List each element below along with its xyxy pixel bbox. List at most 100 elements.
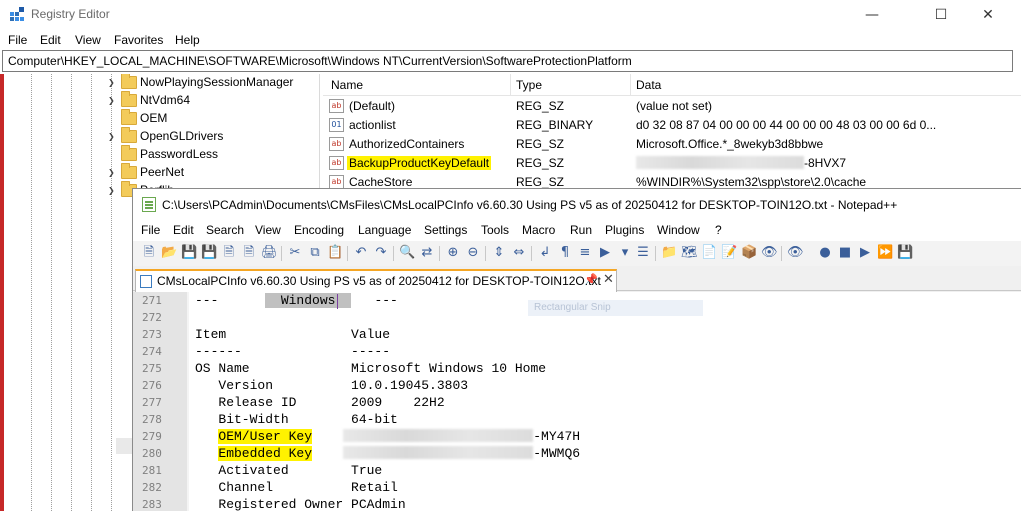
document-tab-label: CMsLocalPCInfo v6.60.30 Using PS v5 as o… — [157, 274, 601, 288]
tree-item[interactable]: ❯ NowPlayingSessionManager — [4, 74, 319, 92]
monitoring-icon[interactable]: 📝 — [721, 245, 737, 261]
save-all-icon[interactable]: 💾 — [201, 245, 217, 261]
notepad-title-bar[interactable]: C:\Users\PCAdmin\Documents\CMsFiles\CMsL… — [133, 189, 1021, 219]
value-type: REG_SZ — [516, 175, 565, 189]
registry-value-row[interactable]: ab AuthorizedContainers REG_SZ Microsoft… — [323, 135, 1021, 154]
string-value-icon: ab — [329, 99, 344, 113]
column-header-data[interactable]: Data — [636, 78, 661, 92]
toolbar-separator — [393, 246, 394, 261]
close-all-icon[interactable]: 🗎 — [241, 245, 257, 261]
close-file-icon[interactable]: 🗎 — [221, 245, 237, 261]
folder-icon — [121, 74, 137, 89]
menu-run[interactable]: Run — [570, 223, 592, 237]
toolbar-separator — [531, 246, 532, 261]
registry-address-bar[interactable]: Computer\HKEY_LOCAL_MACHINE\SOFTWARE\Mic… — [2, 50, 1013, 72]
tree-item[interactable]: OEM — [4, 109, 319, 128]
zoom-in-icon[interactable]: ⊕ — [445, 245, 461, 261]
pin-icon[interactable]: 📌 — [584, 273, 598, 286]
chevron-right-icon[interactable]: ❯ — [108, 78, 115, 87]
cut-icon[interactable]: ✂ — [287, 245, 303, 261]
text-editor[interactable]: Rectangular Snip 271 --- Windows --- 272… — [133, 292, 1021, 511]
macro-record-icon[interactable]: 👁 — [761, 245, 778, 261]
chevron-right-icon[interactable]: ❯ — [108, 132, 115, 141]
value-name: (Default) — [349, 99, 396, 113]
find-icon[interactable]: 🔍 — [399, 245, 415, 261]
tree-item[interactable]: ❯ NtVdm64 — [4, 91, 319, 110]
show-all-characters-icon[interactable]: ¶ — [557, 245, 573, 261]
menu-edit[interactable]: Edit — [40, 33, 61, 47]
stop-macro-icon[interactable]: ■ — [837, 245, 853, 261]
tree-item[interactable]: ❯ PeerNet — [4, 163, 319, 182]
menu-favorites[interactable]: Favorites — [114, 33, 163, 47]
redacted-blur — [343, 429, 534, 442]
chevron-right-icon[interactable]: ❯ — [108, 96, 115, 105]
play-macro-multiple-icon[interactable]: ⏩ — [877, 245, 893, 261]
chevron-right-icon[interactable]: ❯ — [108, 168, 115, 177]
code-line: Embedded Key -MWMQ6 — [195, 446, 580, 461]
print-icon[interactable]: 🖨 — [261, 245, 278, 261]
indent-guide-icon[interactable]: ≡ — [577, 245, 593, 261]
open-file-icon[interactable]: 📂 — [161, 245, 177, 261]
menu-edit[interactable]: Edit — [173, 223, 194, 237]
paste-icon[interactable]: 📋 — [327, 245, 343, 261]
menu-help[interactable]: Help — [175, 33, 200, 47]
registry-value-row[interactable]: ab (Default) REG_SZ (value not set) — [323, 97, 1021, 116]
folder-as-workspace-icon[interactable]: 📁 — [661, 245, 677, 261]
tree-item[interactable]: PasswordLess — [4, 145, 319, 164]
registry-title-bar[interactable]: Registry Editor — ☐ ✕ — [0, 0, 1021, 30]
project-panel-icon[interactable]: 📦 — [741, 245, 757, 261]
value-data: %WINDIR%\System32\spp\store\2.0\cache — [636, 175, 867, 189]
replace-icon[interactable]: ⇄ — [419, 245, 435, 261]
code-line: Registered Owner PCAdmin — [195, 497, 406, 511]
chevron-right-icon[interactable]: ❯ — [108, 186, 115, 195]
tree-item-label: OEM — [140, 111, 168, 125]
notepad-window-title: C:\Users\PCAdmin\Documents\CMsFiles\CMsL… — [162, 198, 898, 212]
document-tab[interactable]: CMsLocalPCInfo v6.60.30 Using PS v5 as o… — [135, 269, 617, 292]
menu-macro[interactable]: Macro — [522, 223, 555, 237]
save-macro-icon[interactable]: 💾 — [897, 245, 913, 261]
column-separator[interactable] — [630, 74, 631, 96]
word-wrap-icon[interactable]: ↲ — [537, 245, 553, 261]
document-list-icon[interactable]: 📄 — [701, 245, 717, 261]
value-data: (value not set) — [636, 99, 713, 113]
registry-values-list[interactable]: Name Type Data ab (Default) REG_SZ (valu… — [323, 74, 1021, 194]
toolbar-dropdown-icon[interactable]: ▾ — [617, 245, 633, 261]
column-header-type[interactable]: Type — [516, 78, 542, 92]
maximize-button[interactable]: ☐ — [918, 0, 964, 30]
function-list-icon[interactable]: ☰ — [635, 245, 651, 261]
menu-file[interactable]: File — [8, 33, 27, 47]
preview-icon[interactable]: 👁 — [787, 245, 804, 261]
menu-view[interactable]: View — [255, 223, 281, 237]
tree-item[interactable]: ❯ OpenGLDrivers — [4, 127, 319, 146]
document-map-icon[interactable]: 🗺 — [681, 245, 698, 261]
new-file-icon[interactable]: 🗎 — [141, 245, 157, 261]
column-header-name[interactable]: Name — [331, 78, 363, 92]
menu-tools[interactable]: Tools — [481, 223, 509, 237]
close-button[interactable]: ✕ — [965, 0, 1011, 30]
record-macro-icon[interactable]: ● — [817, 245, 833, 261]
menu-file[interactable]: File — [141, 223, 160, 237]
close-tab-icon[interactable]: ✕ — [603, 272, 614, 287]
save-icon[interactable]: 💾 — [181, 245, 197, 261]
registry-value-row[interactable]: 01 actionlist REG_BINARY d0 32 08 87 04 … — [323, 116, 1021, 135]
menu-view[interactable]: View — [75, 33, 101, 47]
sync-vertical-icon[interactable]: ⇕ — [491, 245, 507, 261]
minimize-button[interactable]: — — [849, 0, 895, 30]
zoom-out-icon[interactable]: ⊖ — [465, 245, 481, 261]
menu-help[interactable]: ? — [715, 223, 722, 237]
menu-encoding[interactable]: Encoding — [294, 223, 344, 237]
column-separator[interactable] — [510, 74, 511, 96]
copy-icon[interactable]: ⧉ — [307, 245, 323, 261]
menu-plugins[interactable]: Plugins — [605, 223, 644, 237]
menu-settings[interactable]: Settings — [424, 223, 467, 237]
redo-icon[interactable]: ↷ — [373, 245, 389, 261]
notepad-app-icon — [142, 197, 156, 212]
registry-value-row[interactable]: ab BackupProductKeyDefault REG_SZ -8HVX7 — [323, 154, 1021, 173]
sync-horizontal-icon[interactable]: ⇔ — [511, 245, 527, 261]
menu-language[interactable]: Language — [358, 223, 411, 237]
undo-icon[interactable]: ↶ — [353, 245, 369, 261]
menu-search[interactable]: Search — [206, 223, 244, 237]
run-toolbar-icon[interactable]: ▶ — [597, 245, 613, 261]
play-macro-icon[interactable]: ▶ — [857, 245, 873, 261]
menu-window[interactable]: Window — [657, 223, 700, 237]
